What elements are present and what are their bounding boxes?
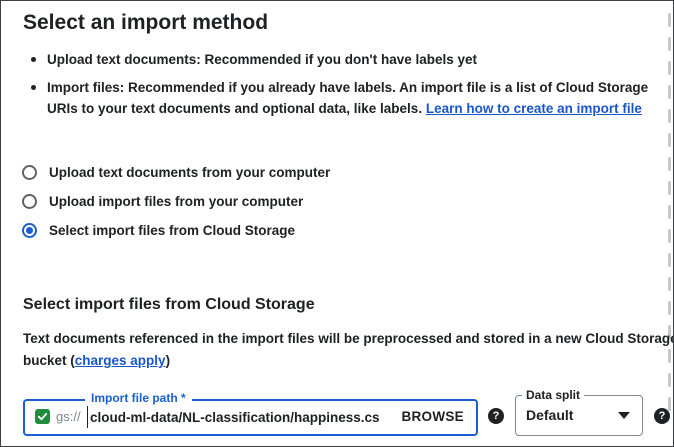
- learn-how-link[interactable]: Learn how to create an import file: [426, 101, 642, 116]
- radio-button[interactable]: [22, 193, 37, 209]
- radio-label[interactable]: Select import files from Cloud Storage: [49, 223, 295, 238]
- help-icon[interactable]: ?: [654, 408, 670, 424]
- field-label: Data split: [522, 388, 585, 402]
- browse-button[interactable]: BROWSE: [401, 409, 464, 424]
- radio-label[interactable]: Upload text documents from your computer: [49, 165, 330, 180]
- bullet-text: Upload text documents: Recommended if yo…: [47, 52, 478, 67]
- data-split-select[interactable]: Data split Default: [515, 388, 643, 436]
- help-icon[interactable]: ?: [488, 408, 504, 424]
- list-item: Import files: Recommended if you already…: [23, 77, 663, 120]
- page-title: Select an import method: [23, 11, 269, 34]
- radio-option-cloud-storage[interactable]: Select import files from Cloud Storage: [22, 220, 330, 240]
- method-descriptions: Upload text documents: Recommended if yo…: [23, 49, 663, 120]
- section-title: Select import files from Cloud Storage: [23, 296, 315, 313]
- radio-label[interactable]: Upload import files from your computer: [49, 194, 303, 209]
- radio-button[interactable]: [22, 164, 37, 180]
- field-label: Import file path *: [85, 391, 192, 405]
- import-method-panel: Select an import method Upload text docu…: [0, 0, 674, 447]
- radio-option-upload-import[interactable]: Upload import files from your computer: [22, 191, 330, 211]
- gs-prefix: gs://: [56, 409, 81, 424]
- description-text: ): [165, 353, 171, 368]
- radio-button-selected[interactable]: [22, 222, 37, 238]
- import-file-path-field[interactable]: Import file path * gs:// BROWSE: [23, 391, 478, 436]
- import-file-path-input[interactable]: [87, 406, 390, 428]
- section-description: Text documents referenced in the import …: [23, 328, 674, 372]
- bullet-dot-icon: [31, 84, 36, 90]
- import-method-radio-group: Upload text documents from your computer…: [22, 162, 330, 249]
- description-text: bucket (: [23, 353, 75, 368]
- bullet-dot-icon: [31, 57, 36, 62]
- check-icon: [35, 409, 50, 424]
- radio-option-upload-text[interactable]: Upload text documents from your computer: [22, 162, 330, 182]
- charges-apply-link[interactable]: charges apply: [75, 353, 166, 368]
- description-text: Text documents referenced in the import …: [23, 331, 674, 346]
- list-item: Upload text documents: Recommended if yo…: [23, 49, 663, 71]
- caret-down-icon[interactable]: [618, 412, 630, 419]
- data-split-value[interactable]: Default: [526, 407, 573, 423]
